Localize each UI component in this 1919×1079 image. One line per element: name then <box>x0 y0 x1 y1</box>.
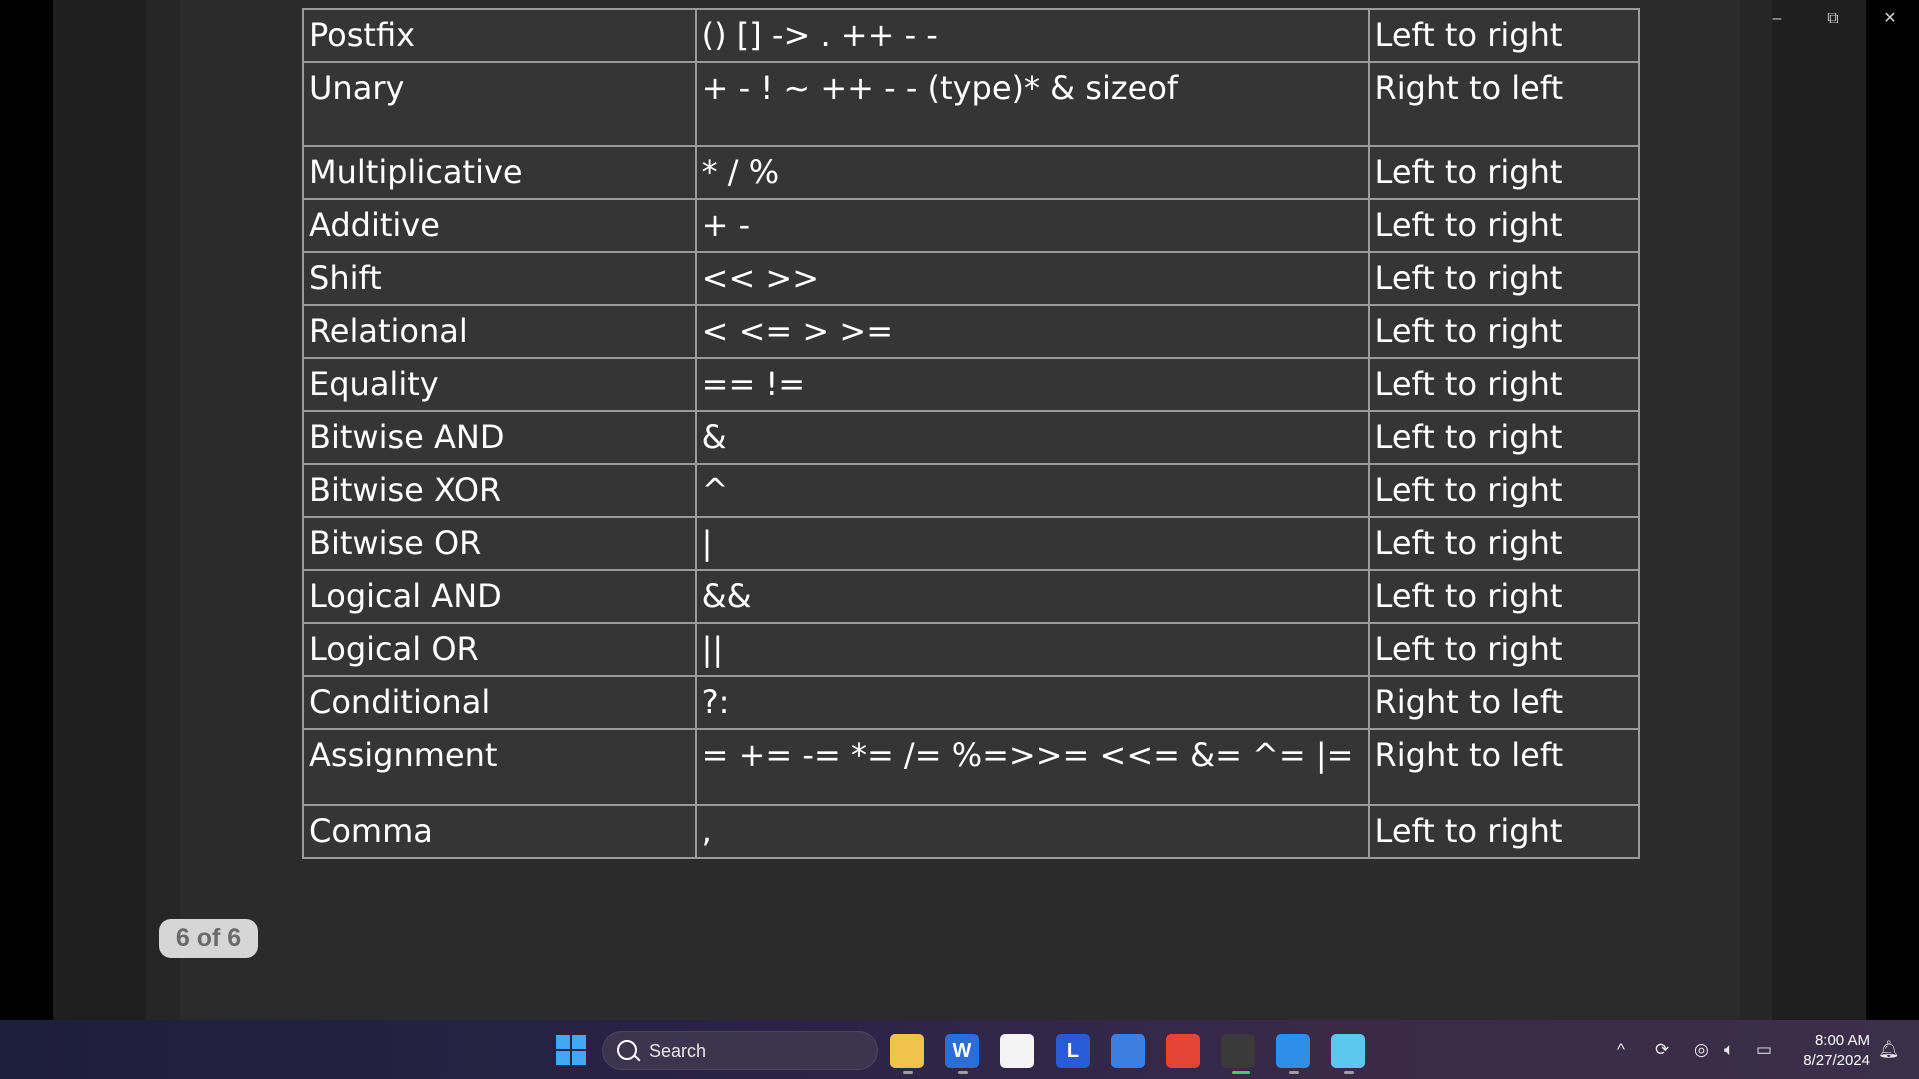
table-row: Comma, Left to right <box>302 804 1641 859</box>
sync-icon[interactable]: ⟳ <box>1655 1040 1669 1060</box>
table-row: Assignment = += -= *= /= %=>>= <<= &= ^= … <box>302 728 1641 806</box>
running-app-indicator <box>1289 1071 1299 1074</box>
category-cell: Multiplicative <box>302 145 697 200</box>
search-placeholder: Search <box>649 1041 707 1061</box>
operators-cell: || <box>694 622 1370 677</box>
category-cell: Equality <box>302 357 697 412</box>
table-row: Additive + - Left to right <box>302 198 1641 253</box>
operators-cell: = += -= *= /= %=>>= <<= &= ^= |= <box>694 728 1370 806</box>
word-icon[interactable]: W <box>945 1034 979 1068</box>
operators-cell: < <= > >= <box>694 304 1370 359</box>
associativity-cell: Left to right <box>1367 198 1641 253</box>
associativity-cell: Left to right <box>1367 804 1641 859</box>
operator-precedence-table: Postfix() [] -> . ++ - - Left to right Una… <box>302 8 1641 859</box>
media-player-icon[interactable] <box>1221 1034 1255 1068</box>
table-row: Bitwise OR | Left to right <box>302 516 1641 571</box>
show-hidden-icons-button[interactable]: ^ <box>1617 1040 1625 1060</box>
operators-cell: & <box>694 410 1370 465</box>
associativity-cell: Left to right <box>1367 463 1641 518</box>
active-app-indicator <box>1232 1071 1250 1074</box>
windows-logo-pane <box>572 1051 586 1065</box>
associativity-cell: Left to right <box>1367 357 1641 412</box>
chrome-icon[interactable] <box>1166 1034 1200 1068</box>
search-icon <box>617 1040 637 1060</box>
page-indicator: 6 of 6 <box>159 919 258 958</box>
associativity-cell: Left to right <box>1367 516 1641 571</box>
operators-cell: + - ! ~ ++ - - (type)* & sizeof <box>694 61 1370 147</box>
start-button[interactable] <box>556 1035 586 1065</box>
restore-button[interactable]: ⧉ <box>1816 6 1850 32</box>
associativity-cell: Right to left <box>1367 675 1641 730</box>
minimize-button[interactable]: – <box>1760 6 1794 32</box>
associativity-cell: Right to left <box>1367 728 1641 806</box>
category-cell: Logical OR <box>302 622 697 677</box>
category-cell: Bitwise OR <box>302 516 697 571</box>
category-cell: Unary <box>302 61 697 147</box>
draw-app-icon[interactable] <box>1111 1034 1145 1068</box>
notifications-icon[interactable]: 🔔︎ <box>1878 1040 1900 1060</box>
taskbar-search[interactable]: Search <box>602 1031 878 1070</box>
taskbar-clock[interactable]: 8:00 AM 8/27/2024 <box>1790 1031 1870 1071</box>
operators-cell: , <box>694 804 1370 859</box>
table-row: Unary + - ! ~ ++ - - (type)* & sizeof Righ… <box>302 61 1641 147</box>
operators-cell: ^ <box>694 463 1370 518</box>
table-row: Conditional?: Right to left <box>302 675 1641 730</box>
operators-cell: + - <box>694 198 1370 253</box>
volume-icon[interactable]: 🔈︎ <box>1724 1040 1734 1060</box>
table-row: Bitwise AND & Left to right <box>302 410 1641 465</box>
associativity-cell: Left to right <box>1367 569 1641 624</box>
category-cell: Logical AND <box>302 569 697 624</box>
associativity-cell: Left to right <box>1367 410 1641 465</box>
operators-cell: == != <box>694 357 1370 412</box>
category-cell: Additive <box>302 198 697 253</box>
file-explorer-icon[interactable] <box>890 1034 924 1068</box>
store-icon[interactable] <box>1000 1034 1034 1068</box>
network-icon[interactable]: ◎ <box>1694 1040 1709 1060</box>
running-app-indicator <box>958 1071 968 1074</box>
running-app-indicator <box>903 1071 913 1074</box>
table-row: Multiplicative * / % Left to right <box>302 145 1641 200</box>
windows-logo-pane <box>572 1035 586 1049</box>
category-cell: Comma <box>302 804 697 859</box>
table-row: Logical AND && Left to right <box>302 569 1641 624</box>
table-row: Logical OR || Left to right <box>302 622 1641 677</box>
app-letter: L <box>1066 1040 1080 1062</box>
operators-cell: * / % <box>694 145 1370 200</box>
category-cell: Bitwise XOR <box>302 463 697 518</box>
close-button[interactable]: ✕ <box>1873 6 1907 32</box>
operators-cell: << >> <box>694 251 1370 306</box>
associativity-cell: Left to right <box>1367 8 1641 63</box>
operators-cell: && <box>694 569 1370 624</box>
vscode-icon[interactable] <box>1276 1034 1310 1068</box>
category-cell: Shift <box>302 251 697 306</box>
associativity-cell: Left to right <box>1367 251 1641 306</box>
category-cell: Bitwise AND <box>302 410 697 465</box>
l-app-icon[interactable]: L <box>1056 1034 1090 1068</box>
associativity-cell: Right to left <box>1367 61 1641 147</box>
table-row: Shift << >> Left to right <box>302 251 1641 306</box>
category-cell: Relational <box>302 304 697 359</box>
category-cell: Assignment <box>302 728 697 806</box>
clock-time: 8:00 AM <box>1814 1032 1870 1049</box>
app-letter: W <box>952 1040 972 1062</box>
table-row: Equality == != Left to right <box>302 357 1641 412</box>
windows-logo-pane <box>556 1051 570 1065</box>
clock-date: 8/27/2024 <box>1803 1052 1870 1069</box>
category-cell: Postfix <box>302 8 697 63</box>
operators-cell: () [] -> . ++ - - <box>694 8 1370 63</box>
operators-cell: ?: <box>694 675 1370 730</box>
associativity-cell: Left to right <box>1367 304 1641 359</box>
table-row: Postfix() [] -> . ++ - - Left to right <box>302 8 1641 63</box>
battery-icon[interactable]: ▭ <box>1756 1040 1772 1060</box>
associativity-cell: Left to right <box>1367 622 1641 677</box>
running-app-indicator <box>1344 1071 1354 1074</box>
table-row: Relational < <= > >= Left to right <box>302 304 1641 359</box>
windows-logo-icon <box>556 1035 570 1049</box>
category-cell: Conditional <box>302 675 697 730</box>
notepad-icon[interactable] <box>1331 1034 1365 1068</box>
table-row: Bitwise XOR ^ Left to right <box>302 463 1641 518</box>
associativity-cell: Left to right <box>1367 145 1641 200</box>
operators-cell: | <box>694 516 1370 571</box>
